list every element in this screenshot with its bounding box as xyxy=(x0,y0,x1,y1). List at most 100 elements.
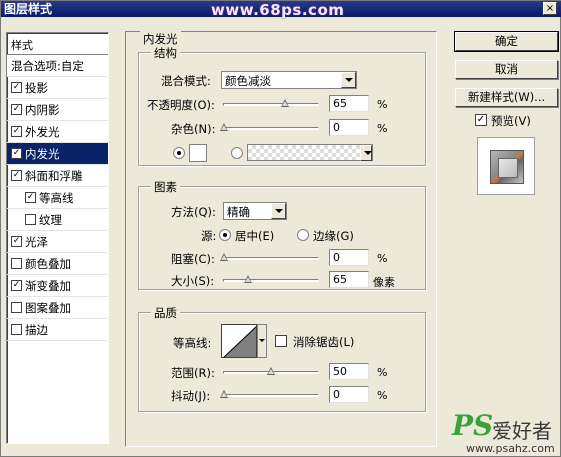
chevron-down-icon[interactable] xyxy=(341,72,356,88)
checkbox[interactable]: ✓ xyxy=(11,104,22,115)
style-item-bevel-emboss[interactable]: ✓ 斜面和浮雕 xyxy=(7,165,108,187)
logo-ps: PS xyxy=(452,409,494,442)
contour-picker[interactable] xyxy=(221,324,257,358)
antialias-checkbox[interactable] xyxy=(275,335,287,347)
blend-options-item[interactable]: 混合选项:自定 xyxy=(7,55,108,77)
chevron-down-icon[interactable] xyxy=(271,203,286,219)
source-edge-radio[interactable] xyxy=(297,229,309,241)
style-item-drop-shadow[interactable]: ✓ 投影 xyxy=(7,77,108,99)
opacity-slider[interactable] xyxy=(223,99,319,107)
jitter-input[interactable]: 0 xyxy=(329,386,369,403)
layer-style-dialog: 图层样式 www.68ps.com × 样式 混合选项:自定 ✓ 投影 ✓ 内阴… xyxy=(0,0,561,457)
size-unit: 像素 xyxy=(373,276,395,289)
contour-curve-icon xyxy=(223,326,256,357)
style-item-label: 投影 xyxy=(25,80,48,95)
checkbox[interactable] xyxy=(11,302,22,313)
size-slider[interactable] xyxy=(223,275,319,283)
style-item-inner-glow[interactable]: ✓ 内发光 xyxy=(7,143,108,165)
checkbox[interactable] xyxy=(11,258,22,269)
checkbox[interactable]: ✓ xyxy=(11,148,22,159)
style-item-outer-glow[interactable]: ✓ 外发光 xyxy=(7,121,108,143)
style-item-texture[interactable]: 纹理 xyxy=(7,209,108,231)
opacity-unit: % xyxy=(377,98,388,111)
range-label: 范围(R): xyxy=(171,366,215,380)
checkbox[interactable]: ✓ xyxy=(11,236,22,247)
style-item-label: 等高线 xyxy=(39,190,74,205)
blend-mode-select[interactable]: 颜色减淡 xyxy=(221,71,357,89)
ok-button[interactable]: 确定 xyxy=(454,31,559,52)
new-style-button[interactable]: 新建样式(W)... xyxy=(455,88,558,107)
style-item-gradient-overlay[interactable]: ✓ 渐变叠加 xyxy=(7,275,108,297)
range-slider-thumb[interactable] xyxy=(267,367,275,375)
range-input[interactable]: 50 xyxy=(329,363,369,380)
close-button[interactable]: × xyxy=(543,2,557,15)
source-edge-label: 边缘(G) xyxy=(313,229,354,243)
style-item-label: 图案叠加 xyxy=(25,300,71,315)
inner-glow-panel: 内发光 结构 混合模式: 颜色减淡 不透明度(O): 65 % 杂色(N): 0… xyxy=(125,31,437,447)
method-label: 方法(Q): xyxy=(171,205,216,219)
style-item-label: 光泽 xyxy=(25,234,48,249)
style-item-contour[interactable]: ✓ 等高线 xyxy=(7,187,108,209)
contour-dropdown[interactable] xyxy=(257,324,267,358)
site-logo: PS 爱好者 www.psahz.com xyxy=(452,411,560,456)
style-item-stroke[interactable]: 描边 xyxy=(7,319,108,341)
opacity-slider-thumb[interactable] xyxy=(281,99,290,107)
gradient-picker[interactable] xyxy=(247,144,373,161)
style-item-label: 内发光 xyxy=(25,146,60,161)
noise-unit: % xyxy=(377,122,388,135)
size-label: 大小(S): xyxy=(171,274,215,288)
noise-slider[interactable] xyxy=(220,123,319,131)
choke-slider-thumb[interactable] xyxy=(220,253,228,261)
jitter-label: 抖动(J): xyxy=(171,389,211,403)
checkbox[interactable]: ✓ xyxy=(25,192,36,203)
range-slider[interactable] xyxy=(223,367,319,375)
jitter-slider[interactable] xyxy=(220,390,319,398)
checkbox[interactable]: ✓ xyxy=(11,170,22,181)
logo-url: www.psahz.com xyxy=(466,442,555,455)
preview-checkbox[interactable]: ✓ xyxy=(475,114,487,126)
size-slider-thumb[interactable] xyxy=(244,275,253,283)
gradient-radio[interactable] xyxy=(231,147,243,159)
checkbox[interactable] xyxy=(25,214,36,225)
blend-mode-value: 颜色减淡 xyxy=(225,74,271,88)
opacity-input[interactable]: 65 xyxy=(329,95,369,112)
style-item-pattern-overlay[interactable]: 图案叠加 xyxy=(7,297,108,319)
source-center-label: 居中(E) xyxy=(235,229,275,243)
style-item-satin[interactable]: ✓ 光泽 xyxy=(7,231,108,253)
choke-input[interactable]: 0 xyxy=(329,249,369,266)
range-unit: % xyxy=(377,366,388,379)
style-item-label: 纹理 xyxy=(39,212,62,227)
style-item-label: 描边 xyxy=(25,322,48,337)
checkbox[interactable]: ✓ xyxy=(11,82,22,93)
cancel-button[interactable]: 取消 xyxy=(455,60,558,79)
contour-label: 等高线: xyxy=(173,336,212,350)
elements-group: 图素 方法(Q): 精确 源: 居中(E) 边缘(G) 阻塞(C): 0 % 大… xyxy=(138,179,426,290)
quality-title: 品质 xyxy=(151,305,180,321)
jitter-unit: % xyxy=(377,389,388,402)
glow-color-swatch[interactable] xyxy=(189,144,207,162)
checkbox[interactable]: ✓ xyxy=(11,126,22,137)
chevron-down-icon[interactable] xyxy=(360,145,372,161)
noise-input[interactable]: 0 xyxy=(329,119,369,136)
watermark-text: www.68ps.com xyxy=(211,1,345,19)
size-input[interactable]: 65 xyxy=(329,271,369,288)
blend-options-label: 混合选项:自定 xyxy=(11,58,84,73)
style-item-label: 外发光 xyxy=(25,124,60,139)
style-item-inner-shadow[interactable]: ✓ 内阴影 xyxy=(7,99,108,121)
source-center-radio[interactable] xyxy=(219,229,231,241)
opacity-label: 不透明度(O): xyxy=(147,98,215,112)
checkbox[interactable] xyxy=(11,324,22,335)
solid-color-radio[interactable] xyxy=(173,147,185,159)
method-select[interactable]: 精确 xyxy=(223,202,287,220)
antialias-label: 消除锯齿(L) xyxy=(293,335,355,349)
preview-swatch xyxy=(490,150,524,184)
choke-slider[interactable] xyxy=(220,253,319,261)
style-item-label: 颜色叠加 xyxy=(25,256,71,271)
checkbox[interactable]: ✓ xyxy=(11,280,22,291)
window-title: 图层样式 xyxy=(4,2,53,16)
noise-slider-thumb[interactable] xyxy=(220,123,228,131)
style-item-color-overlay[interactable]: 颜色叠加 xyxy=(7,253,108,275)
style-preview-thumbnail xyxy=(477,137,535,195)
jitter-slider-thumb[interactable] xyxy=(220,390,228,398)
style-list-header[interactable]: 样式 xyxy=(7,33,108,55)
